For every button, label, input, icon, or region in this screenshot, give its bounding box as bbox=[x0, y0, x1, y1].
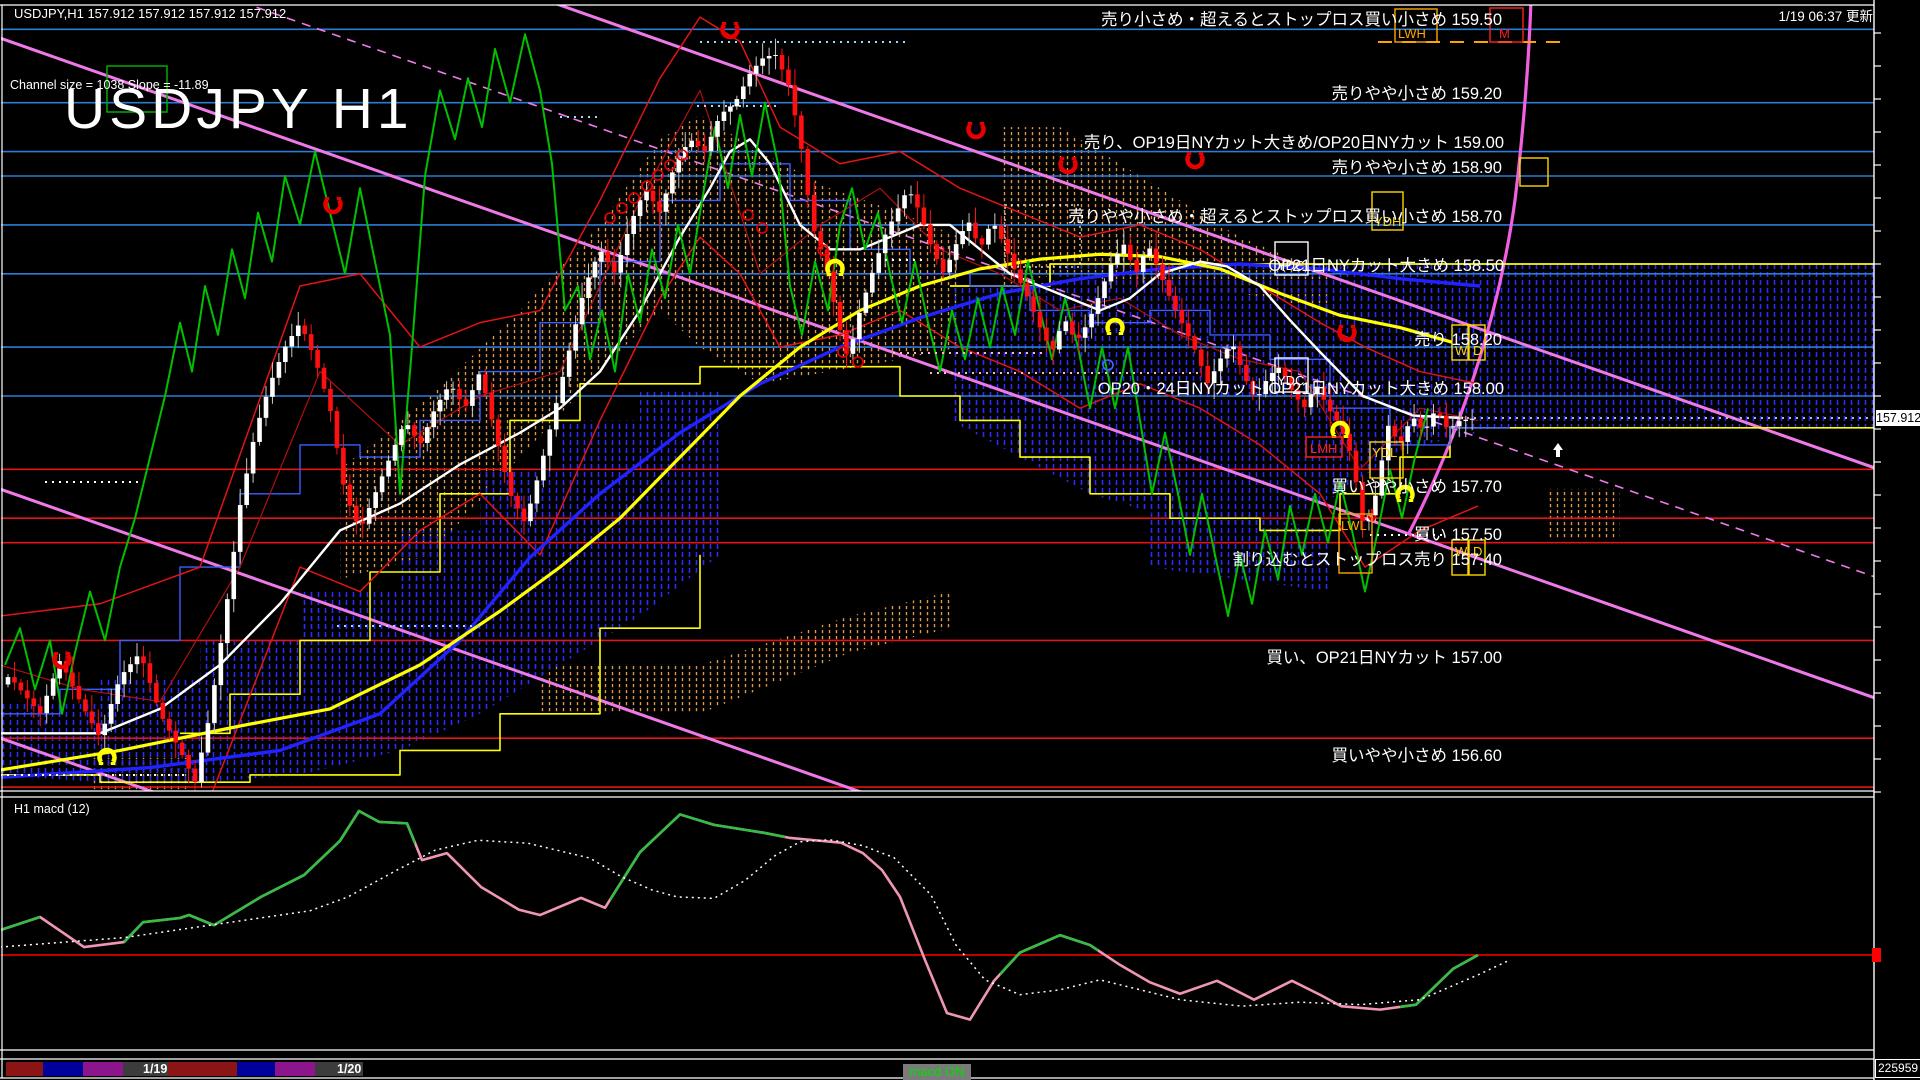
macd-signal-dotted bbox=[1, 839, 1511, 1007]
timeline-session-segment bbox=[237, 1062, 275, 1076]
level-annotation: 売りやや小さめ・超えるとストップロス買い小さめ 158.70 bbox=[1067, 208, 1502, 226]
price-axis[interactable]: 159.485159.350159.215159.080158.945158.8… bbox=[1874, 0, 1920, 1080]
level-annotation: 売りやや小さめ 158.90 bbox=[1331, 159, 1502, 177]
level-annotation: 売り小さめ・超えるとストップロス買い小さめ 159.50 bbox=[1100, 11, 1502, 29]
level-annotation: 売りやや小さめ 159.20 bbox=[1331, 85, 1502, 103]
macd-line-green bbox=[610, 813, 785, 903]
macd-line-green bbox=[1400, 953, 1478, 1009]
level-annotation: 割り込むとストップロス売り 157.40 bbox=[1232, 551, 1502, 569]
timeline-session-segment bbox=[43, 1062, 83, 1076]
current-price-box: 157.912 bbox=[1876, 410, 1920, 426]
macd-line-pink bbox=[1, 809, 1479, 1021]
macd-line-green bbox=[124, 809, 415, 944]
macd-pane[interactable] bbox=[0, 809, 1874, 1021]
timeline-session-segment bbox=[168, 1062, 237, 1076]
timeline-date-label: 1/20 bbox=[337, 1062, 362, 1076]
level-annotation: 売り 158.20 bbox=[1413, 331, 1502, 349]
level-annotation: OP20・24日NYカット/OP21日NYカット大きめ 158.00 bbox=[1097, 380, 1504, 398]
level-annotation: 買いやや小さめ 157.70 bbox=[1331, 478, 1502, 496]
level-annotations: 売り小さめ・超えるとストップロス買い小さめ 159.50 売りやや小さめ 159.… bbox=[0, 0, 1874, 797]
level-annotation: OP22日NYカット 156.40 bbox=[1316, 791, 1502, 797]
macd-line-green bbox=[1, 915, 40, 932]
timeline-date-label: 1/19 bbox=[143, 1062, 168, 1076]
macd-toggle-button[interactable]: macd ON bbox=[903, 1064, 971, 1080]
macd-indicator-label: H1 macd (12) bbox=[14, 802, 90, 816]
timeline-session-segment bbox=[275, 1062, 315, 1076]
macd-line-green bbox=[1000, 933, 1098, 977]
timeline-session-segment bbox=[83, 1062, 123, 1076]
trading-chart-window: LWH M YDH YDC W D YDC LMH YDL LWL W D USDJPY,H1 157… bbox=[0, 0, 1920, 1080]
level-annotation: 買い 157.50 bbox=[1413, 526, 1502, 544]
level-annotation: 売り、OP19日NYカット大きめ/OP20日NYカット 159.00 bbox=[1083, 134, 1504, 152]
level-annotation: 買いやや小さめ 156.60 bbox=[1331, 747, 1502, 765]
timeline-session-segment bbox=[6, 1062, 43, 1076]
level-annotation: 買い、OP21日NYカット 157.00 bbox=[1266, 649, 1502, 667]
level-annotation: OP21日NYカット大きめ 158.50 bbox=[1268, 257, 1504, 275]
